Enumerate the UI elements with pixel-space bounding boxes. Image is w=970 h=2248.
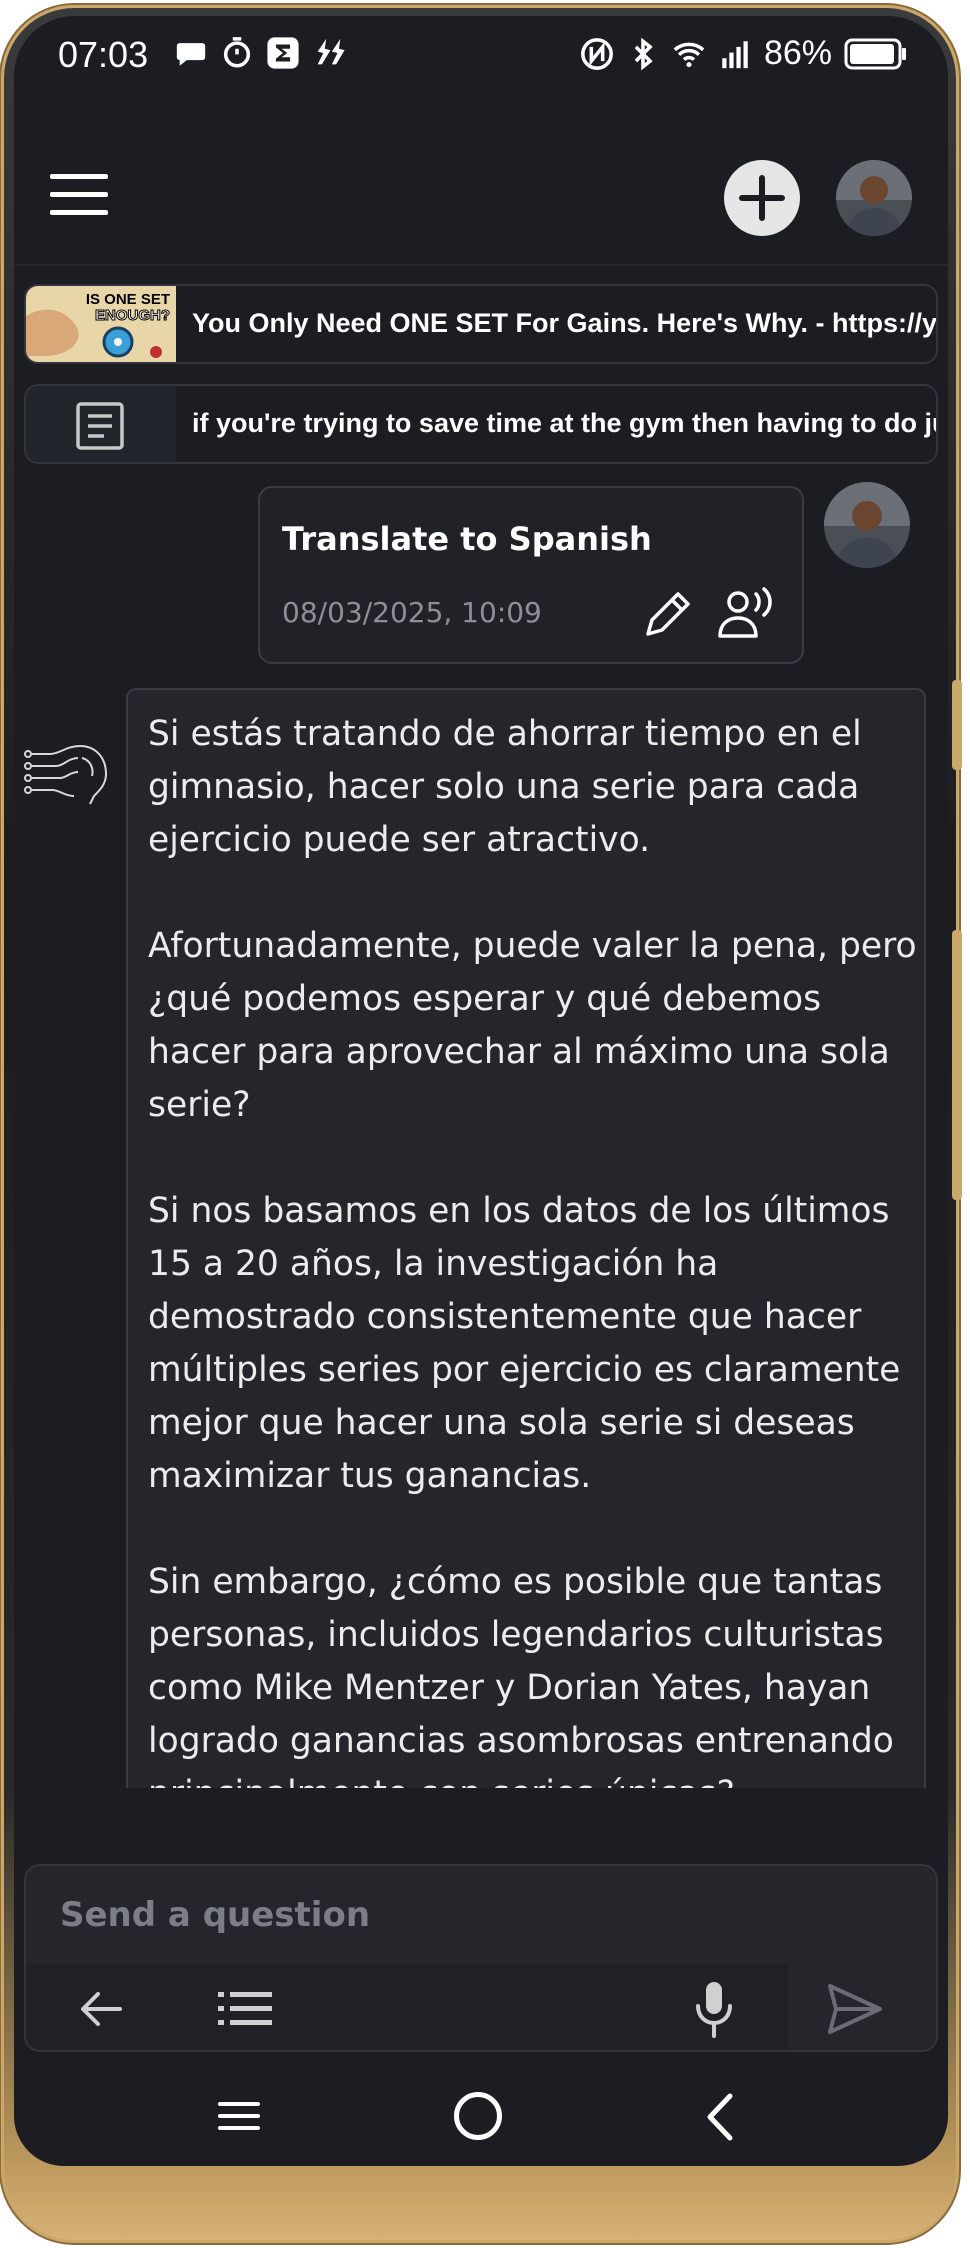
ai-message: Si estás tratando de ahorrar tiempo en e…	[126, 688, 926, 1788]
battery-icon	[844, 38, 906, 69]
source-snippet: if you're trying to save time at the gym…	[192, 408, 936, 438]
list-icon[interactable]	[218, 1986, 272, 2032]
back-chevron-icon[interactable]	[700, 2092, 740, 2142]
plus-icon	[739, 175, 785, 221]
system-nav-bar	[14, 2066, 948, 2166]
wifi-icon	[673, 42, 705, 67]
ai-paragraph: Afortunadamente, puede valer la pena, pe…	[148, 926, 917, 1125]
battery-percent: 86%	[763, 34, 832, 72]
arrow-left-icon[interactable]	[76, 1984, 126, 2034]
home-icon[interactable]	[454, 2092, 502, 2140]
speak-icon[interactable]	[716, 586, 780, 642]
add-chat-button[interactable]	[724, 160, 800, 236]
ai-paragraph: Si nos basamos en los datos de los últim…	[148, 1191, 901, 1496]
sigma-icon	[267, 37, 299, 69]
status-time: 07:03	[58, 34, 149, 75]
chat-bubble-icon	[176, 43, 206, 66]
nfc-icon	[581, 37, 613, 70]
screen: 07:03 86% IS ONE SET ENOUGH? You Only Ne…	[14, 16, 948, 2166]
ai-paragraph: Si estás tratando de ahorrar tiempo en e…	[148, 714, 862, 860]
composer-toolbar	[26, 1964, 936, 2050]
thumb-text-top: IS ONE SET	[85, 291, 170, 308]
volume-button	[952, 680, 962, 770]
question-input[interactable]	[26, 1866, 936, 1964]
send-icon[interactable]	[826, 1982, 884, 2036]
ai-message-text: Si estás tratando de ahorrar tiempo en e…	[148, 708, 918, 1788]
user-message-text: Translate to Spanish	[282, 520, 652, 558]
source-title: You Only Need ONE SET For Gains. Here's …	[192, 308, 938, 338]
user-message-avatar	[824, 482, 910, 568]
power-button	[952, 930, 962, 1200]
status-bar: 07:03 86%	[14, 16, 948, 94]
composer	[24, 1864, 938, 2052]
document-thumb	[26, 386, 176, 462]
app-header	[14, 126, 948, 276]
timer-icon	[223, 37, 251, 68]
signal-icon	[722, 40, 748, 68]
bluetooth-icon	[634, 37, 653, 70]
user-avatar[interactable]	[836, 160, 912, 236]
pencil-icon[interactable]	[640, 588, 694, 642]
source-card-video[interactable]: IS ONE SET ENOUGH? You Only Need ONE SET…	[24, 284, 938, 364]
thumb-text-bottom: ENOUGH?	[95, 307, 171, 324]
ai-logo-icon	[24, 744, 108, 805]
bolt-icon	[317, 38, 345, 65]
document-icon	[76, 402, 124, 450]
ai-paragraph: Sin embargo, ¿cómo es posible que tantas…	[148, 1562, 894, 1788]
header-divider	[14, 264, 948, 266]
microphone-icon[interactable]	[692, 1978, 736, 2040]
recents-icon[interactable]	[218, 2098, 260, 2134]
source-card-text[interactable]: if you're trying to save time at the gym…	[24, 384, 938, 464]
user-message-timestamp: 08/03/2025, 10:09	[282, 596, 542, 629]
hamburger-icon[interactable]	[50, 174, 108, 220]
video-thumbnail: IS ONE SET ENOUGH?	[26, 286, 176, 362]
user-message: Translate to Spanish 08/03/2025, 10:09	[258, 486, 804, 664]
